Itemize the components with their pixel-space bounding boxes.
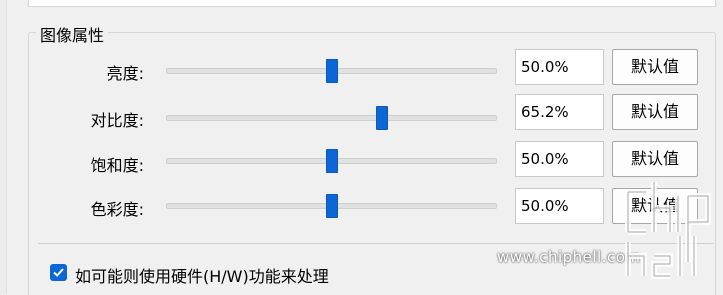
watermark-text: www.chiphell.com [497,248,641,266]
hue-value-field[interactable]: 50.0% [515,188,604,224]
contrast-label: 对比度: [90,111,144,130]
saturation-label: 饱和度: [90,156,144,175]
brightness-value-field[interactable]: 50.0% [515,49,604,85]
contrast-default-button[interactable]: 默认值 [612,94,698,130]
group-title: 图像属性 [36,22,109,46]
brightness-slider-thumb[interactable] [325,59,338,83]
saturation-slider[interactable] [166,149,497,173]
contrast-slider-thumb[interactable] [375,106,388,130]
saturation-value-field[interactable]: 50.0% [515,141,604,177]
saturation-slider-thumb[interactable] [325,149,338,173]
hardware-checkbox[interactable] [50,264,67,281]
chiphell-logo-icon [625,182,711,279]
hue-slider-thumb[interactable] [325,194,338,218]
separator [38,243,713,244]
hue-slider[interactable] [166,194,497,218]
hue-label: 色彩度: [90,200,144,219]
contrast-value-field[interactable]: 65.2% [515,94,604,130]
brightness-slider[interactable] [166,59,497,83]
brightness-label: 亮度: [106,64,144,83]
contrast-slider[interactable] [166,106,497,130]
hardware-checkbox-label[interactable]: 如可能则使用硬件(H/W)功能来处理 [75,263,329,287]
checkmark-icon [53,268,64,277]
left-panel-edge [0,0,7,294]
brightness-default-button[interactable]: 默认值 [612,49,698,85]
upper-panel-edge [28,0,716,7]
